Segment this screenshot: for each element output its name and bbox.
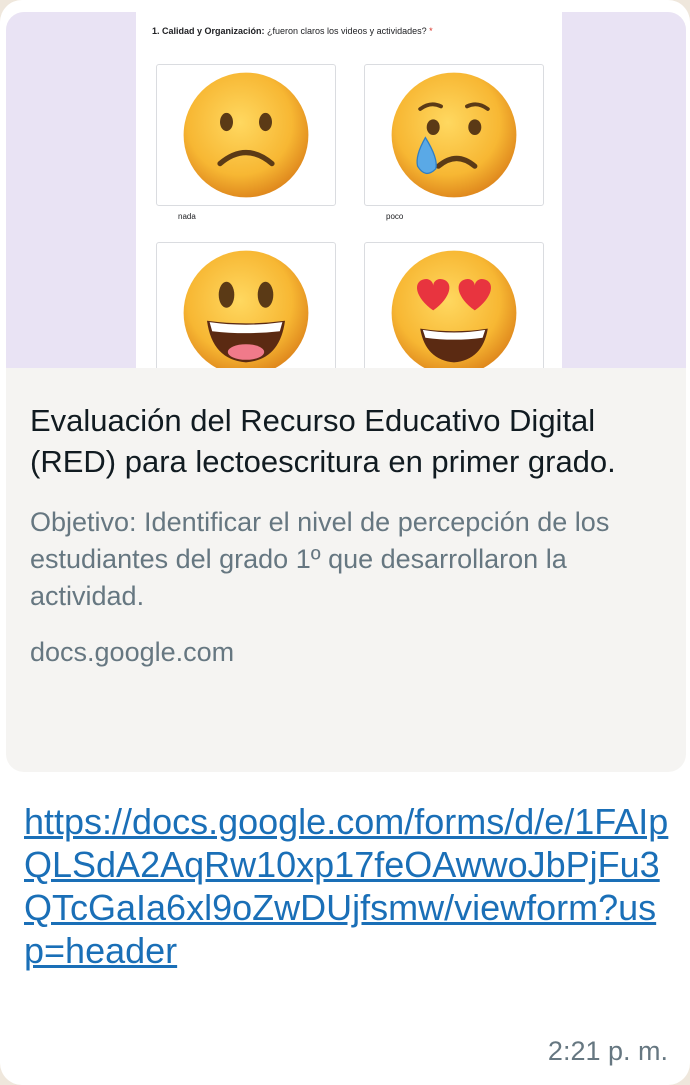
preview-title: Evaluación del Recurso Educativo Digital…: [30, 403, 616, 479]
option-poco: [364, 64, 544, 206]
message-bubble: 1. Calidad y Organización: ¿fueron claro…: [0, 0, 690, 1085]
option-heart-eyes: [364, 242, 544, 368]
frowning-face-emoji-icon: [181, 70, 311, 200]
preview-image[interactable]: 1. Calidad y Organización: ¿fueron claro…: [6, 12, 686, 368]
heart-eyes-emoji-icon: [389, 248, 519, 368]
option-label-nada: nada: [178, 212, 196, 221]
preview-text: Evaluación del Recurso Educativo Digital…: [30, 400, 670, 668]
crying-face-emoji-icon: [389, 70, 519, 200]
question-number: 1. Calidad y Organización:: [152, 26, 265, 36]
preview-description: Objetivo: Identificar el nivel de percep…: [30, 507, 610, 611]
required-mark: *: [429, 26, 433, 36]
grinning-face-emoji-icon: [181, 248, 311, 368]
message-timestamp: 2:21 p. m.: [547, 1036, 668, 1066]
link-preview-card[interactable]: 1. Calidad y Organización: ¿fueron claro…: [6, 12, 686, 772]
option-nada: [156, 64, 336, 206]
question-text: ¿fueron claros los videos y actividades?: [264, 26, 427, 36]
preview-domain: docs.google.com: [30, 637, 235, 667]
message-link[interactable]: https://docs.google.com/forms/d/e/1FAIpQ…: [24, 800, 674, 972]
option-label-poco: poco: [386, 212, 404, 221]
option-grinning: [156, 242, 336, 368]
form-screenshot: 1. Calidad y Organización: ¿fueron claro…: [136, 12, 562, 368]
question-title: 1. Calidad y Organización: ¿fueron claro…: [152, 26, 433, 36]
